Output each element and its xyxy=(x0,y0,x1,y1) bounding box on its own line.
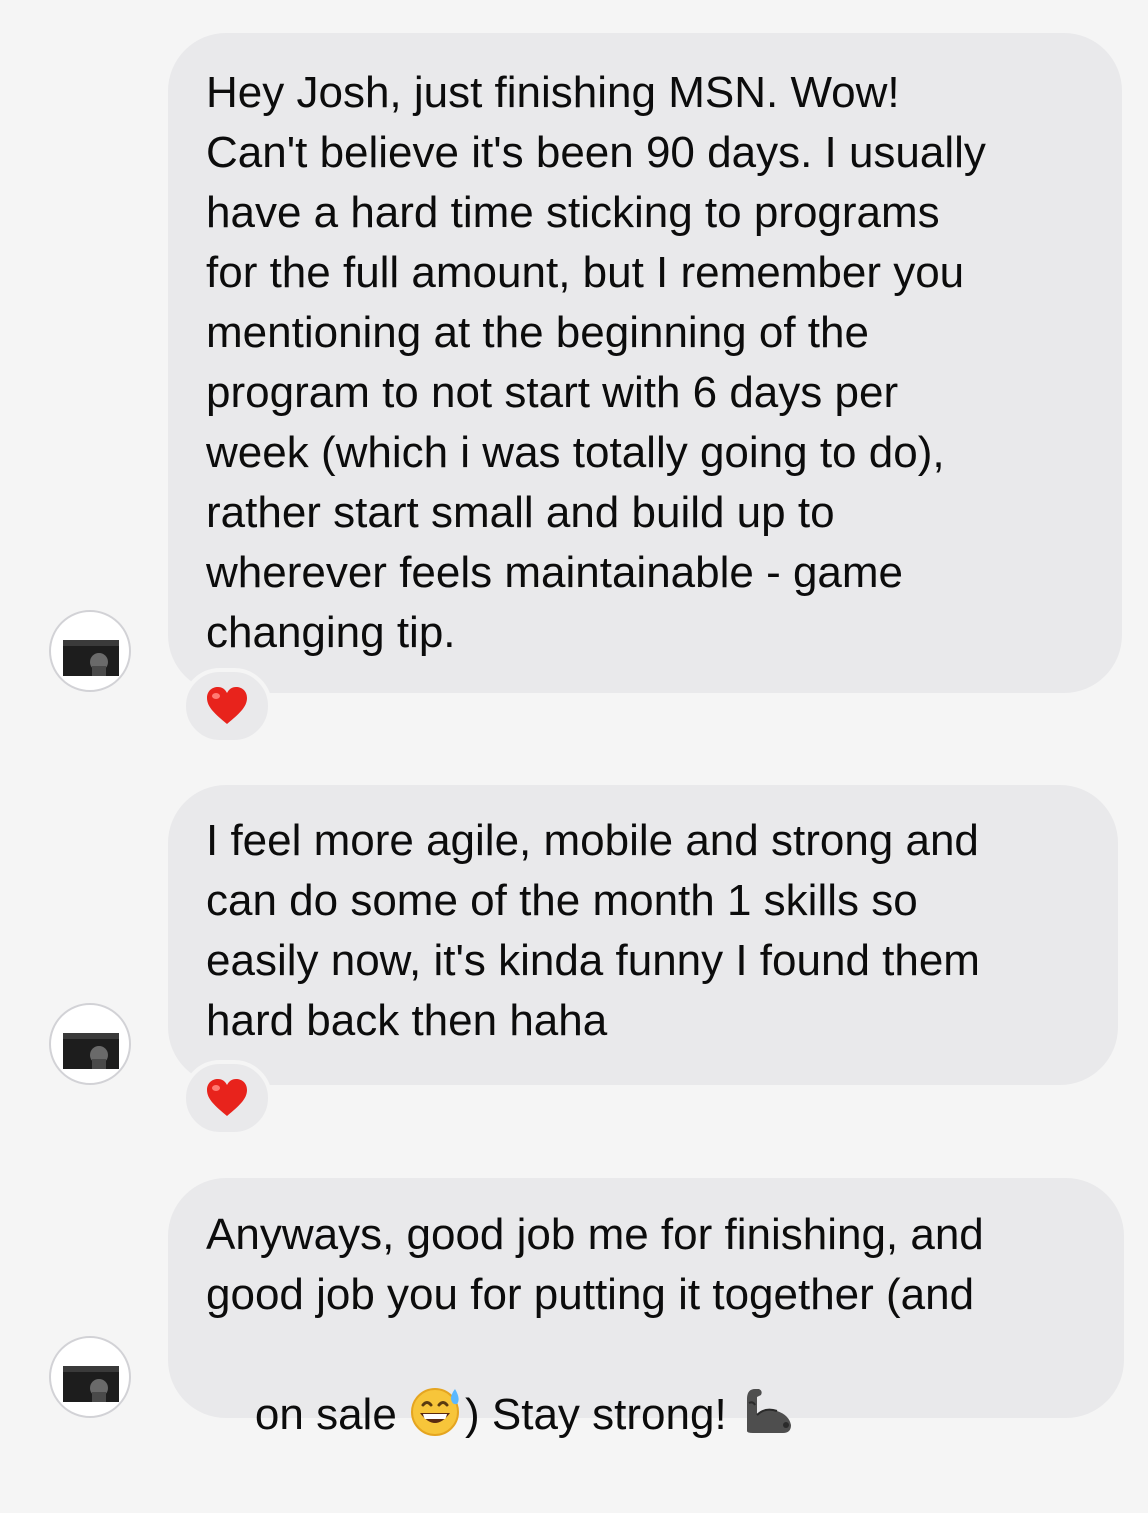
message-text: I feel more agile, mobile and strong and… xyxy=(206,816,980,1045)
message-bubble[interactable]: I feel more agile, mobile and strong and… xyxy=(168,785,1118,1085)
reaction-badge[interactable] xyxy=(182,668,272,744)
avatar-image xyxy=(63,1366,119,1402)
message-line: Anyways, good job me for finishing, and xyxy=(206,1210,984,1259)
message-line: good job you for putting it together (an… xyxy=(206,1270,975,1319)
flexed-biceps-emoji-icon xyxy=(739,1385,797,1453)
avatar[interactable] xyxy=(49,1003,131,1085)
message-bubble[interactable]: Anyways, good job me for finishing, and … xyxy=(168,1178,1124,1439)
heart-reaction-icon xyxy=(207,687,247,724)
avatar-image xyxy=(63,640,119,676)
avatar[interactable] xyxy=(49,610,131,692)
grinning-sweat-emoji-icon xyxy=(409,1385,465,1453)
message-line: on sale ) Stay strong! xyxy=(206,1325,1084,1513)
heart-reaction-icon xyxy=(207,1079,247,1116)
avatar-image xyxy=(63,1033,119,1069)
message-text: Hey Josh, just finishing MSN. Wow! Can't… xyxy=(206,68,986,657)
message-bubble[interactable]: Hey Josh, just finishing MSN. Wow! Can't… xyxy=(168,33,1122,693)
message-text: on sale xyxy=(254,1390,410,1439)
avatar[interactable] xyxy=(49,1336,131,1418)
message-text: ) Stay strong! xyxy=(465,1390,739,1439)
reaction-badge[interactable] xyxy=(182,1060,272,1136)
